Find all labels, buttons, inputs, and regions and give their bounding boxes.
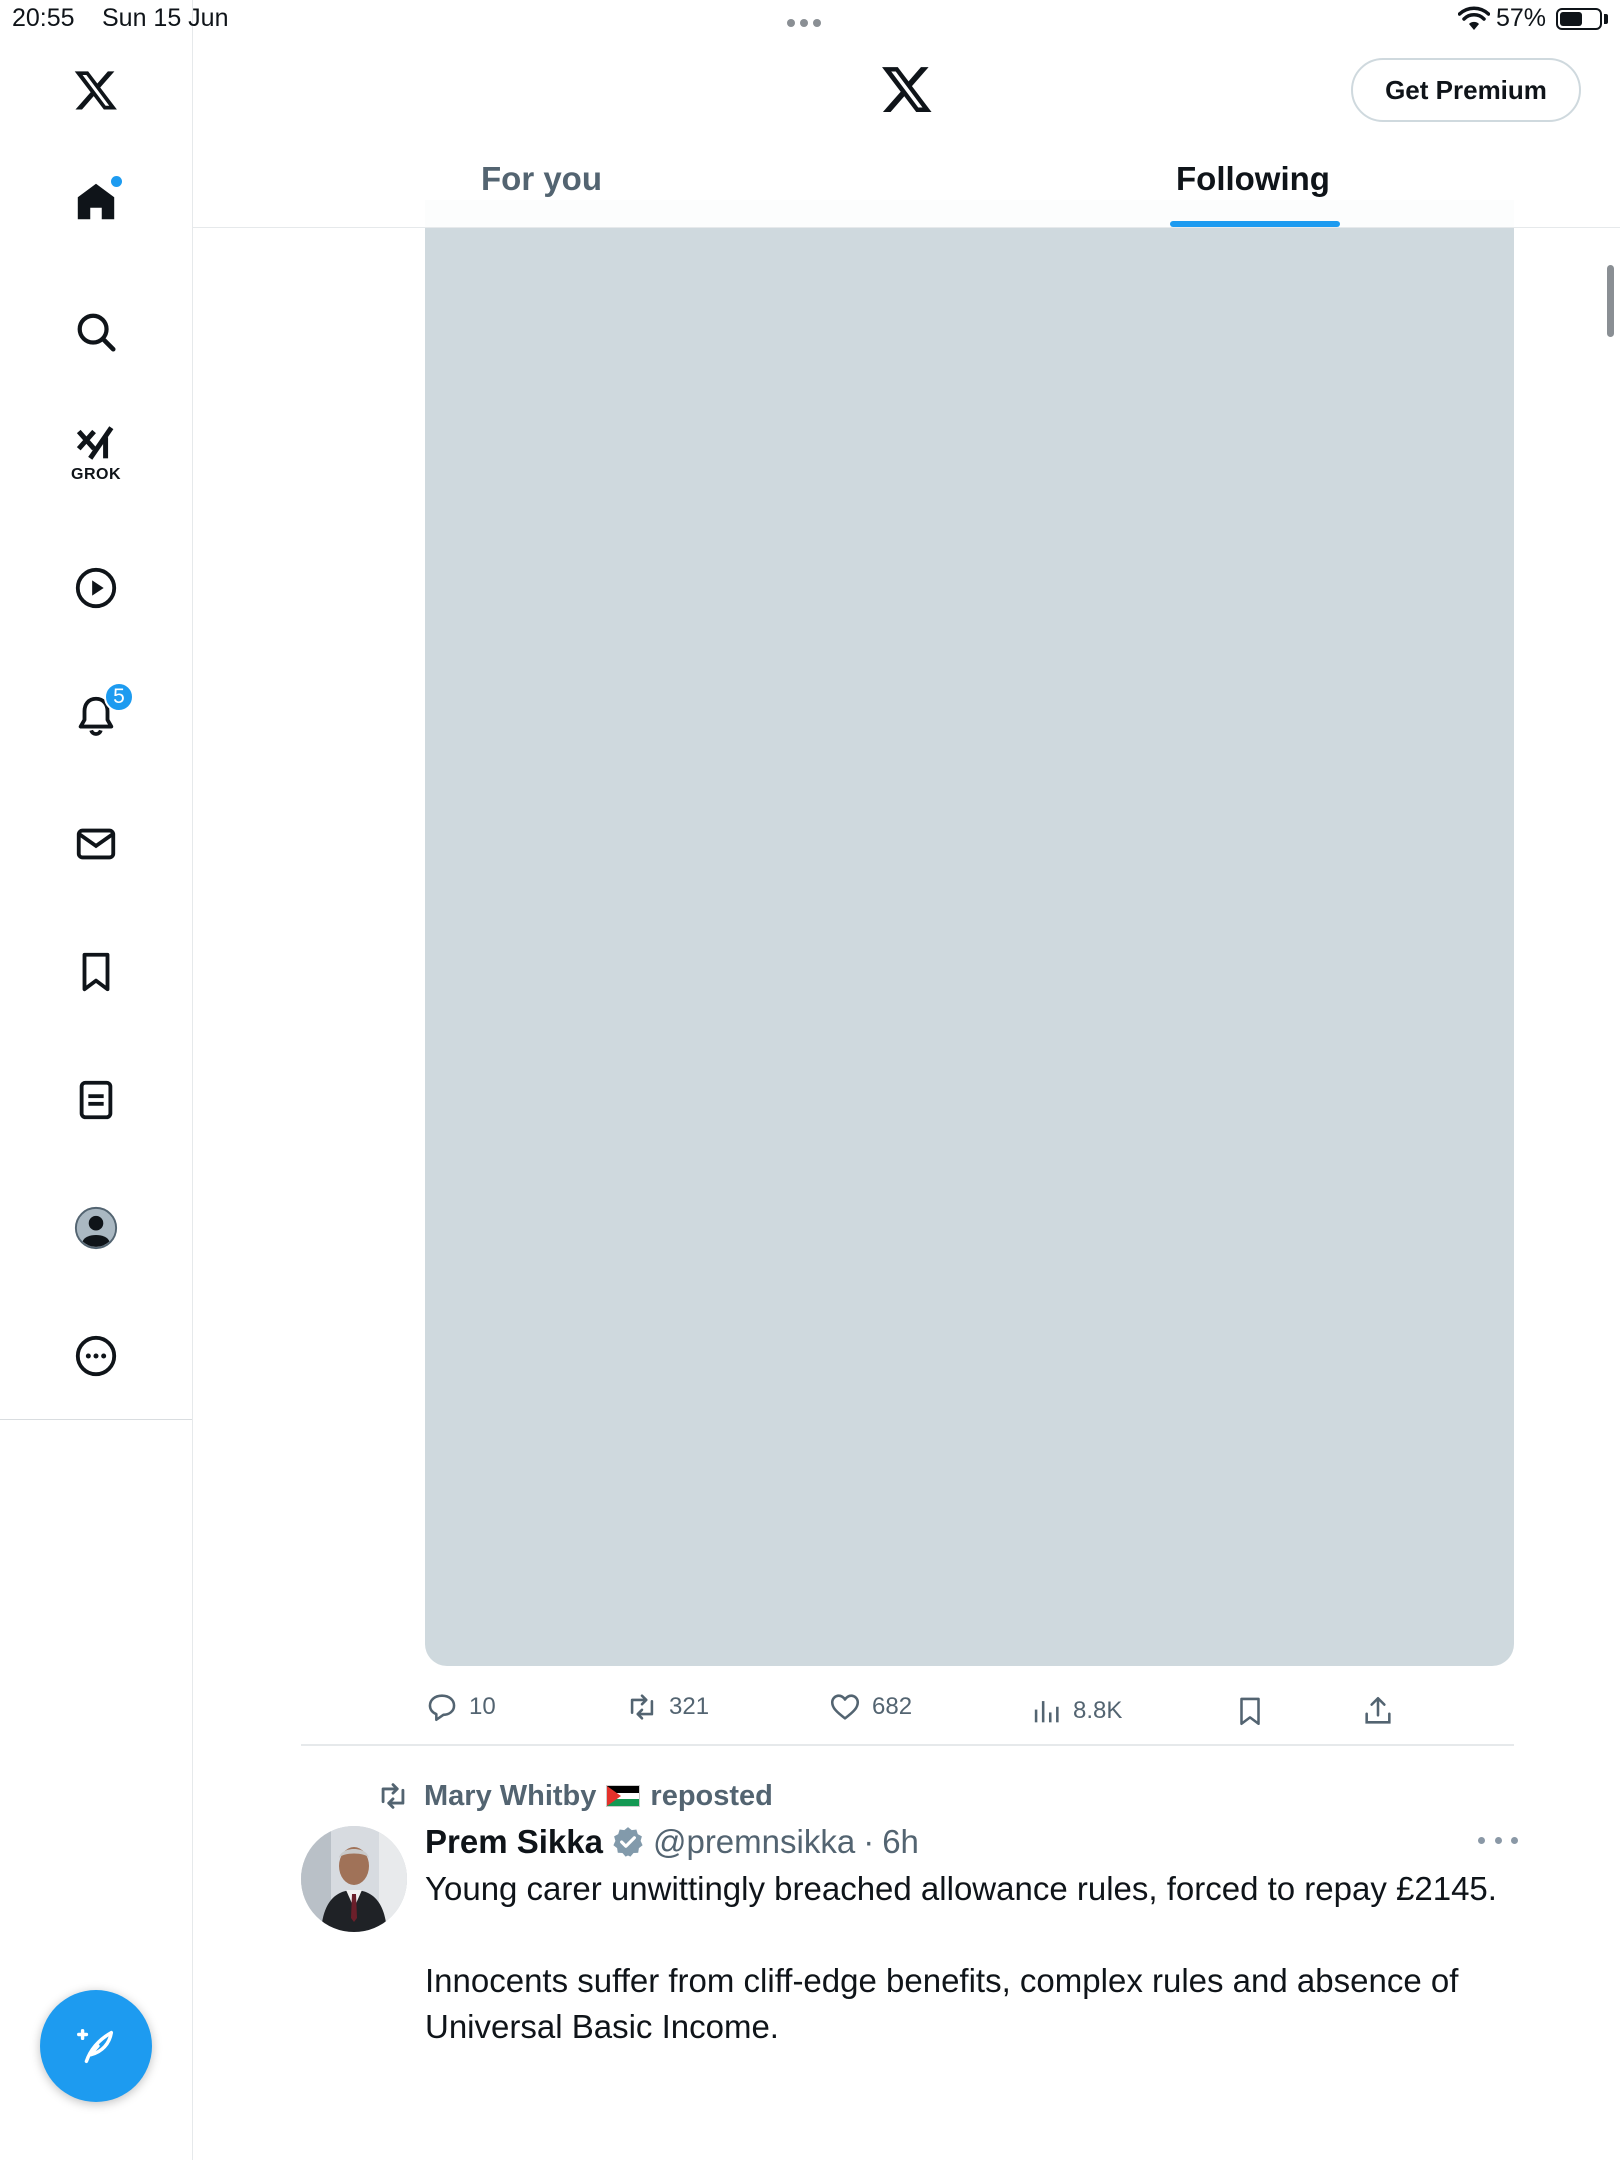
reply-button[interactable]: 10 — [425, 1684, 496, 1730]
repost-icon — [630, 1694, 654, 1720]
verified-badge-icon — [613, 1827, 643, 1857]
battery-icon — [1556, 8, 1602, 30]
views-count: 8.8K — [1073, 1697, 1123, 1724]
like-count: 682 — [872, 1693, 913, 1720]
post-text: Young carer unwittingly breached allowan… — [425, 1866, 1525, 2050]
sidebar-divider — [0, 1419, 192, 1420]
bell-icon[interactable]: 5 — [66, 682, 134, 746]
bookmark-icon[interactable] — [66, 942, 126, 1002]
author-name[interactable]: Prem Sikka — [425, 1823, 603, 1861]
sidebar: GROK 5 — [0, 0, 193, 2160]
repost-count: 321 — [669, 1693, 710, 1720]
reposted-label: reposted — [650, 1779, 773, 1812]
header-separator: · — [863, 1823, 875, 1860]
active-tab-indicator — [1170, 221, 1340, 227]
post-header: Prem Sikka @premnsikka · 6h — [425, 1820, 919, 1864]
author-avatar[interactable] — [301, 1826, 407, 1932]
views-button[interactable]: 8.8K — [1029, 1688, 1122, 1734]
bookmark-post-button[interactable] — [1233, 1688, 1277, 1734]
multitasking-dots-icon[interactable] — [787, 14, 833, 27]
home-icon[interactable] — [66, 172, 126, 232]
reply-count: 10 — [469, 1693, 496, 1720]
author-handle[interactable]: @premnsikka — [653, 1823, 855, 1861]
compose-button[interactable] — [40, 1990, 152, 2102]
status-time: 20:55 — [12, 4, 75, 32]
share-icon — [1365, 1696, 1391, 1724]
repost-context[interactable]: Mary Whitby reposted — [376, 1778, 773, 1814]
compose-feather-icon — [77, 2028, 114, 2064]
home-unread-dot — [111, 176, 122, 187]
scrollbar[interactable] — [1607, 265, 1614, 337]
bookmark-icon — [1240, 1697, 1260, 1726]
post-paragraph-2: Innocents suffer from cliff-edge benefit… — [425, 1962, 1459, 2045]
post-timestamp[interactable]: 6h — [882, 1823, 919, 1861]
post-media-placeholder[interactable] — [425, 200, 1514, 1666]
share-button[interactable] — [1361, 1688, 1405, 1734]
x-logo-icon[interactable] — [66, 60, 126, 120]
mail-icon[interactable] — [66, 814, 126, 874]
views-chart-icon — [1034, 1701, 1059, 1723]
battery-cap — [1604, 14, 1608, 24]
palestine-flag-icon — [606, 1785, 641, 1807]
tab-for-you[interactable]: For you — [481, 160, 602, 198]
avatar-icon[interactable] — [66, 1198, 126, 1258]
heart-icon — [830, 1694, 860, 1720]
list-icon[interactable] — [66, 1070, 126, 1130]
status-bar: 20:55 Sun 15 Jun 57% — [0, 0, 1620, 38]
status-date: Sun 15 Jun — [102, 4, 229, 32]
search-icon[interactable] — [66, 302, 126, 362]
battery-percent: 57% — [1496, 4, 1547, 32]
grok-label: GROK — [71, 466, 121, 483]
repost-icon — [381, 1783, 405, 1809]
reposter-name: Mary Whitby — [424, 1779, 597, 1812]
post-divider — [301, 1744, 1514, 1746]
post-paragraph-1: Young carer unwittingly breached allowan… — [425, 1870, 1497, 1907]
more-icon[interactable] — [66, 1326, 126, 1386]
post-more-icon[interactable] — [1478, 1830, 1518, 1850]
post-action-bar: 10 321 682 8.8K — [425, 1684, 1514, 1730]
grok-icon[interactable]: GROK — [66, 420, 126, 500]
x-logo-icon[interactable] — [879, 62, 935, 116]
wifi-icon — [1458, 6, 1490, 30]
play-icon[interactable] — [66, 558, 126, 618]
get-premium-button[interactable]: Get Premium — [1351, 58, 1581, 122]
reply-icon — [428, 1694, 456, 1722]
like-button[interactable]: 682 — [828, 1684, 912, 1730]
tab-following[interactable]: Following — [1176, 160, 1330, 198]
repost-button[interactable]: 321 — [625, 1684, 709, 1730]
notifications-badge: 5 — [104, 682, 134, 712]
